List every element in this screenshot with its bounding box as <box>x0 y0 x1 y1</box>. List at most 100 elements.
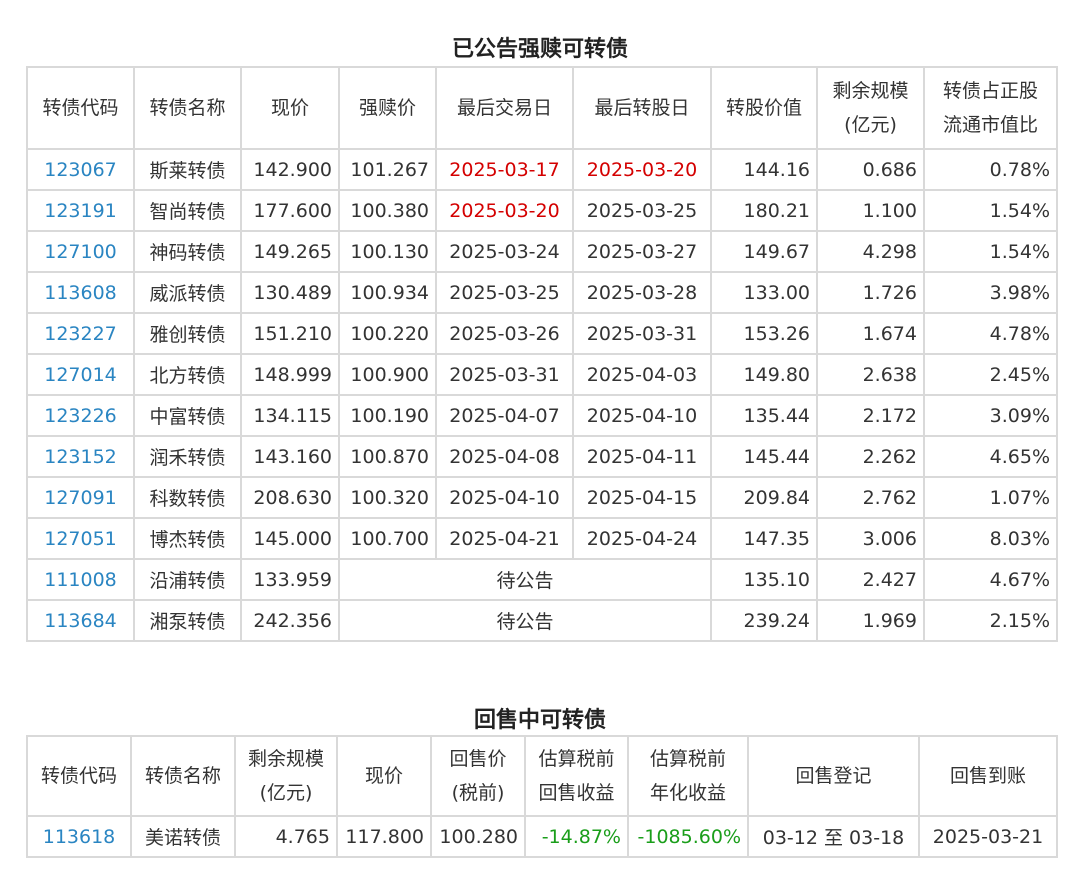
strong-redemption-table: 转债代码 转债名称 现价 强赎价 最后交易日 最后转股日 转股价值 剩余规模 (… <box>26 66 1058 642</box>
bond-name: 中富转债 <box>133 394 242 437</box>
convert-value: 209.84 <box>710 476 818 519</box>
bond-code-link[interactable]: 127091 <box>26 476 135 519</box>
redeem-price: 101.267 <box>338 148 437 191</box>
current-price: 151.210 <box>240 312 340 355</box>
table-row: 111008 沿浦转债 133.959 待公告 135.10 2.427 4.67% <box>26 558 1058 601</box>
convert-value: 144.16 <box>710 148 818 191</box>
bond-code-link[interactable]: 123226 <box>26 394 135 437</box>
bond-code-link[interactable]: 123067 <box>26 148 135 191</box>
header-name: 转债名称 <box>133 66 242 150</box>
header-last-convert-day: 最后转股日 <box>572 66 712 150</box>
table-row: 127100 神码转债 149.265 100.130 2025-03-24 2025-0… <box>26 230 1058 273</box>
header-name: 转债名称 <box>130 735 236 817</box>
bond-code-link[interactable]: 123227 <box>26 312 135 355</box>
header-price: 现价 <box>336 735 432 817</box>
header-est-yield-line2: 回售收益 <box>538 782 615 804</box>
header-annual-line1: 估算税前 <box>649 748 726 770</box>
market-ratio: 4.67% <box>923 558 1058 601</box>
market-ratio: 2.45% <box>923 353 1058 396</box>
table-row: 127091 科数转债 208.630 100.320 2025-04-10 2025-0… <box>26 476 1058 519</box>
current-price: 148.999 <box>240 353 340 396</box>
bond-name: 科数转债 <box>133 476 242 519</box>
register-period: 03-12 至 03-18 <box>747 815 920 858</box>
bond-code-link[interactable]: 127100 <box>26 230 135 273</box>
convert-value: 149.80 <box>710 353 818 396</box>
header-ratio-line2: 流通市值比 <box>942 114 1038 136</box>
header-code: 转债代码 <box>26 735 132 817</box>
remaining-scale: 4.298 <box>816 230 925 273</box>
bond-code-link[interactable]: 113684 <box>26 599 135 642</box>
last-trade-day: 2025-04-07 <box>435 394 574 437</box>
current-price: 149.265 <box>240 230 340 273</box>
bond-code-link[interactable]: 123191 <box>26 189 135 232</box>
redeem-price: 100.190 <box>338 394 437 437</box>
last-trade-day: 2025-03-20 <box>435 189 574 232</box>
header-putback-line1: 回售价 <box>449 748 507 770</box>
header-putback-price: 回售价 (税前) <box>430 735 526 817</box>
remaining-scale: 2.762 <box>816 476 925 519</box>
last-convert-day: 2025-03-20 <box>572 148 712 191</box>
bond-name: 润禾转债 <box>133 435 242 478</box>
header-redeem-price: 强赎价 <box>338 66 437 150</box>
last-trade-day: 2025-04-21 <box>435 517 574 560</box>
remaining-scale: 2.427 <box>816 558 925 601</box>
last-trade-day: 2025-03-26 <box>435 312 574 355</box>
bond-code-link[interactable]: 113618 <box>26 815 132 858</box>
bond-code-link[interactable]: 111008 <box>26 558 135 601</box>
current-price: 134.115 <box>240 394 340 437</box>
bond-code-link[interactable]: 123152 <box>26 435 135 478</box>
current-price: 133.959 <box>240 558 340 601</box>
current-price: 117.800 <box>336 815 432 858</box>
bond-code-link[interactable]: 127051 <box>26 517 135 560</box>
bond-code-link[interactable]: 127014 <box>26 353 135 396</box>
bond-name: 智尚转债 <box>133 189 242 232</box>
remaining-scale: 2.172 <box>816 394 925 437</box>
redeem-price: 100.130 <box>338 230 437 273</box>
bond-name: 湘泵转债 <box>133 599 242 642</box>
current-price: 145.000 <box>240 517 340 560</box>
market-ratio: 2.15% <box>923 599 1058 642</box>
table-row: 123191 智尚转债 177.600 100.380 2025-03-20 2025-0… <box>26 189 1058 232</box>
bond-name: 雅创转债 <box>133 312 242 355</box>
bond-name: 美诺转债 <box>130 815 236 858</box>
remaining-scale: 1.674 <box>816 312 925 355</box>
market-ratio: 3.98% <box>923 271 1058 314</box>
bond-code-link[interactable]: 113608 <box>26 271 135 314</box>
redeem-price: 100.700 <box>338 517 437 560</box>
redeem-price: 100.900 <box>338 353 437 396</box>
current-price: 208.630 <box>240 476 340 519</box>
remaining-scale: 1.100 <box>816 189 925 232</box>
pending-announcement: 待公告 <box>338 558 712 601</box>
market-ratio: 8.03% <box>923 517 1058 560</box>
convert-value: 149.67 <box>710 230 818 273</box>
header-register: 回售登记 <box>747 735 920 817</box>
redeem-price: 100.320 <box>338 476 437 519</box>
table1-header-row: 转债代码 转债名称 现价 强赎价 最后交易日 最后转股日 转股价值 剩余规模 (… <box>26 66 1058 150</box>
header-arrival: 回售到账 <box>918 735 1058 817</box>
last-convert-day: 2025-04-03 <box>572 353 712 396</box>
market-ratio: 4.65% <box>923 435 1058 478</box>
remaining-scale: 2.262 <box>816 435 925 478</box>
arrival-date: 2025-03-21 <box>918 815 1058 858</box>
convert-value: 153.26 <box>710 312 818 355</box>
convert-value: 133.00 <box>710 271 818 314</box>
market-ratio: 4.78% <box>923 312 1058 355</box>
market-ratio: 3.09% <box>923 394 1058 437</box>
last-trade-day: 2025-03-17 <box>435 148 574 191</box>
header-market-ratio: 转债占正股 流通市值比 <box>923 66 1058 150</box>
last-trade-day: 2025-03-24 <box>435 230 574 273</box>
annual-yield: -1085.60% <box>627 815 749 858</box>
remaining-scale: 3.006 <box>816 517 925 560</box>
last-convert-day: 2025-04-15 <box>572 476 712 519</box>
header-remaining-scale: 剩余规模 (亿元) <box>234 735 338 817</box>
remaining-scale: 1.726 <box>816 271 925 314</box>
bond-name: 神码转债 <box>133 230 242 273</box>
est-yield: -14.87% <box>524 815 629 858</box>
market-ratio: 1.07% <box>923 476 1058 519</box>
header-remaining-line1: 剩余规模 <box>247 748 324 770</box>
table-row: 113684 湘泵转债 242.356 待公告 239.24 1.969 2.15% <box>26 599 1058 642</box>
table2-header-row: 转债代码 转债名称 剩余规模 (亿元) 现价 回售价 (税前) 估算税前 回售收… <box>26 735 1058 817</box>
current-price: 142.900 <box>240 148 340 191</box>
header-remaining-line2: (亿元) <box>844 114 897 136</box>
last-trade-day: 2025-04-10 <box>435 476 574 519</box>
